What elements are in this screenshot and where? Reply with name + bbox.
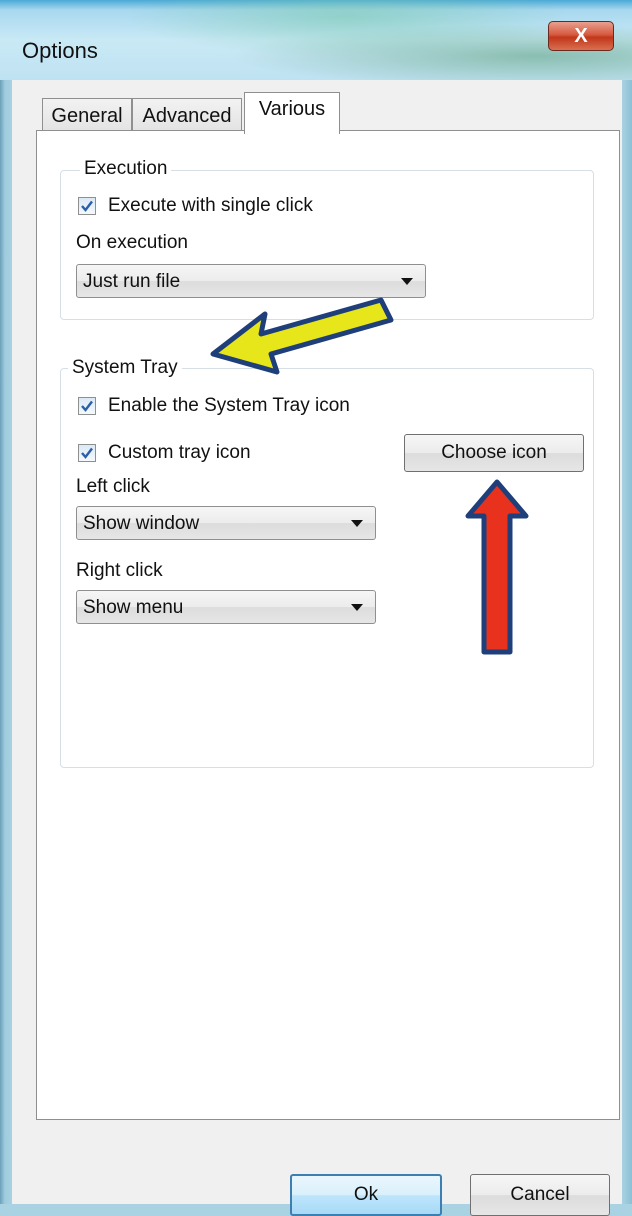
tab-various[interactable]: Various [244,92,340,134]
tab-advanced[interactable]: Advanced [132,98,242,132]
execution-group-label: Execution [80,158,172,180]
choose-icon-button[interactable]: Choose icon [404,434,584,472]
enable-tray-icon-label: Enable the System Tray icon [108,395,350,416]
chevron-down-icon [351,604,363,611]
execute-single-click-checkbox[interactable] [78,197,96,215]
cancel-button[interactable]: Cancel [470,1174,610,1216]
checkmark-icon [81,400,93,412]
checkmark-icon [81,200,93,212]
chevron-down-icon [401,278,413,285]
checkmark-icon [81,447,93,459]
on-execution-label: On execution [76,232,188,253]
right-click-select[interactable]: Show menu [76,590,376,624]
title-bar[interactable]: Options X [0,0,632,80]
execute-single-click-label: Execute with single click [108,195,313,216]
system-tray-group-label: System Tray [68,357,182,379]
on-execution-value: Just run file [83,271,181,292]
enable-tray-icon-checkbox[interactable] [78,397,96,415]
window-right-border [622,60,632,1216]
red-arrow-annotation [465,479,529,655]
tab-general[interactable]: General [42,98,132,132]
left-click-select[interactable]: Show window [76,506,376,540]
right-click-label: Right click [76,560,163,581]
yellow-arrow-annotation [210,297,394,375]
window-title: Options [22,38,98,63]
custom-tray-icon-label: Custom tray icon [108,442,251,463]
left-click-label: Left click [76,476,150,497]
custom-tray-icon-checkbox[interactable] [78,444,96,462]
window-left-border [0,60,12,1216]
chevron-down-icon [351,520,363,527]
close-button[interactable]: X [548,21,614,51]
right-click-value: Show menu [83,597,184,618]
ok-button[interactable]: Ok [290,1174,442,1216]
left-click-value: Show window [83,513,200,534]
